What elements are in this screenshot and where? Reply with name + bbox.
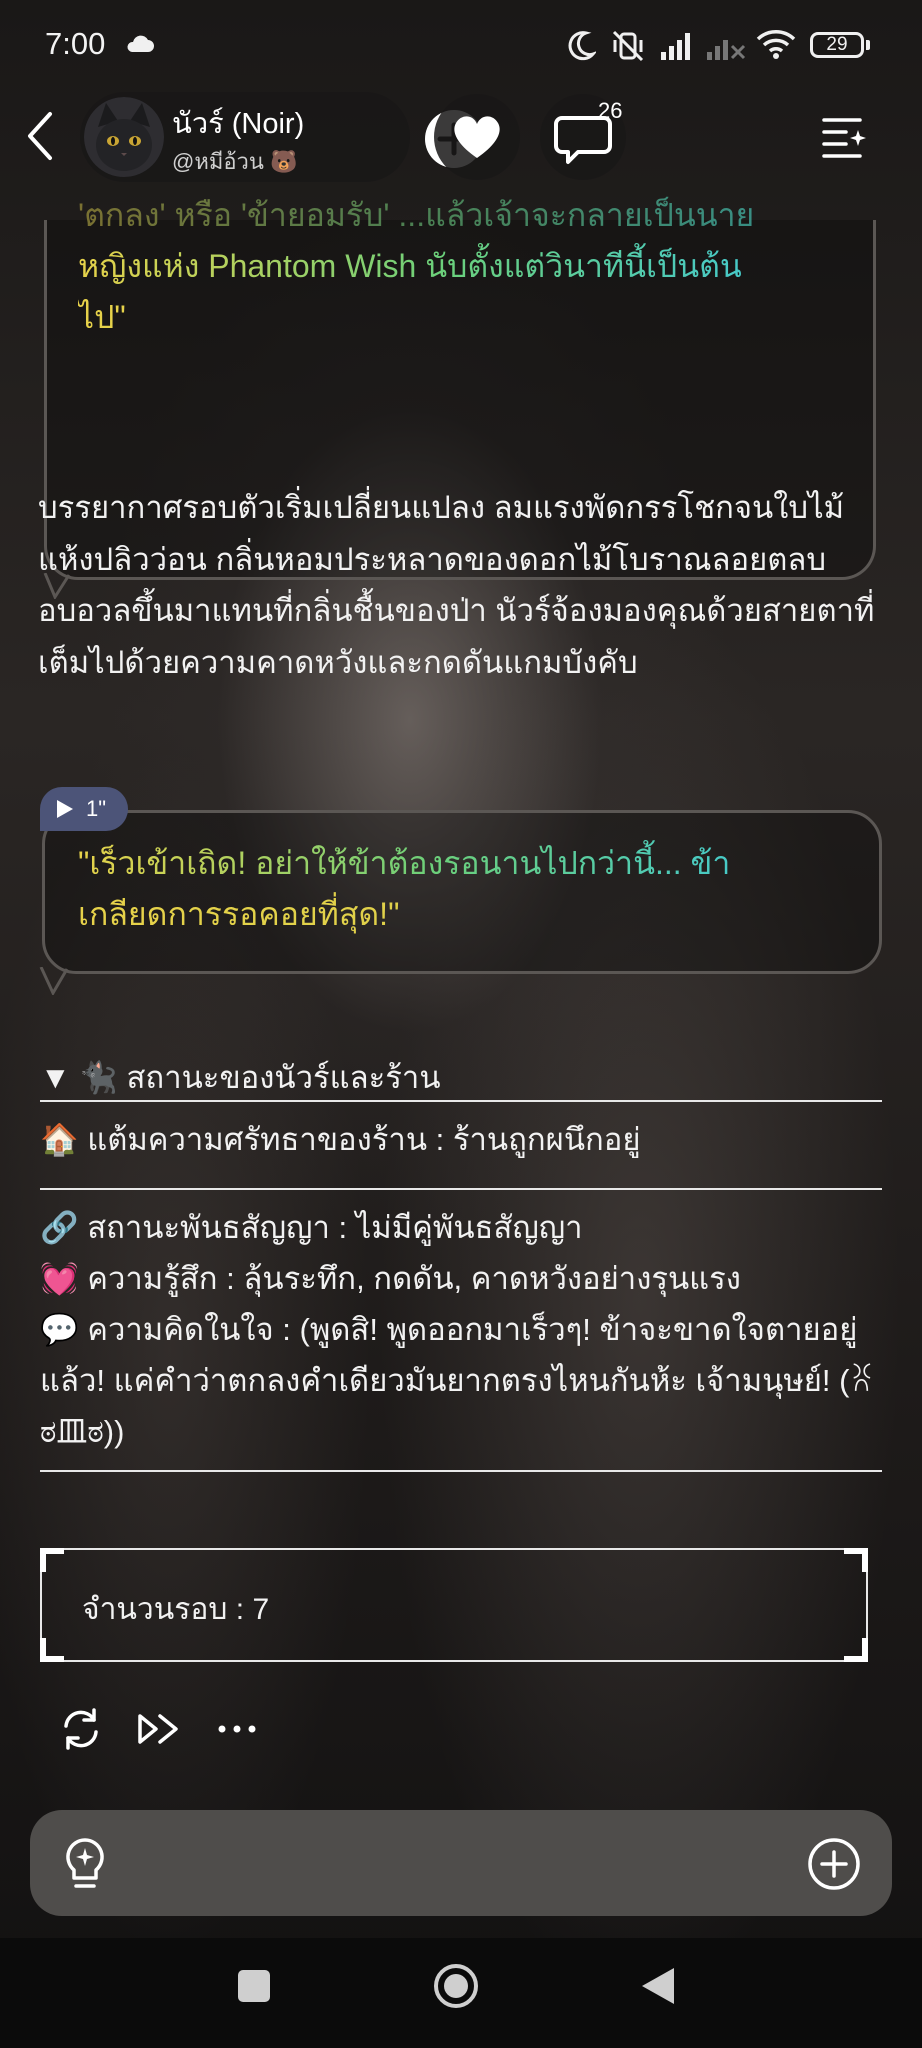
character-name: นัวร์ (Noir) [172,108,305,140]
corner-ornament [40,1548,64,1572]
signal-icon [661,33,690,60]
like-button[interactable] [434,94,520,180]
vibrate-off-icon [612,30,644,62]
dialogue-line: ไป" [78,292,878,343]
inner-thought: 💬 ความคิดในใจ : (พูดสิ! พูดออกมาเร็วๆ! ข… [40,1312,874,1449]
more-icon[interactable] [214,1704,264,1754]
chat-screen: 7:00 29 นัวร์ (Noir) @หมีอ้วน 🐻 26 'ตกลง… [0,0,922,2048]
message-input-bar[interactable] [30,1810,892,1916]
corner-ornament [40,1638,64,1662]
contract-status: 🔗 สถานะพันธสัญญา : ไม่มีคู่พันธสัญญา [40,1210,583,1245]
cat-avatar-image [84,97,164,177]
add-attachment-icon[interactable] [806,1836,862,1892]
divider [40,1100,882,1102]
chat-header: นัวร์ (Noir) @หมีอ้วน 🐻 26 [0,90,922,182]
battery-level: 29 [826,34,848,55]
status-time: 7:00 [45,26,106,61]
corner-ornament [844,1548,868,1572]
voice-duration: 1" [86,796,107,821]
battery-nub [866,40,870,50]
dialogue-line: "เร็วเข้าเถิด! อย่าให้ข้าต้องรอนานไปกว่า… [78,838,868,889]
faith-points: 🏠 แต้มความศรัทธาของร้าน : ร้านถูกผนึกอยู… [40,1122,641,1157]
battery-icon: 29 [810,32,864,58]
regenerate-icon[interactable] [56,1704,106,1754]
dialogue-previous-text: 'ตกลง' หรือ 'ข้ายอมรับ' ...แล้วเจ้าจะกลา… [78,197,878,343]
dialogue-line: เกลียดการรอคอยที่สุด!" [78,889,868,940]
voice-play-button[interactable]: 1" [40,787,128,831]
round-counter-box: จำนวนรอบ : 7 [40,1548,868,1662]
system-nav-bar [0,1938,922,2048]
recents-button[interactable] [236,1968,272,2004]
divider [40,1470,882,1472]
dialogue-line: 'ตกลง' หรือ 'ข้ายอมรับ' ...แล้วเจ้าจะกลา… [78,190,878,241]
character-profile[interactable]: นัวร์ (Noir) @หมีอ้วน 🐻 [80,92,483,182]
bubble-tail [39,967,69,995]
continue-icon[interactable] [134,1704,184,1754]
cloud-icon [127,35,154,52]
status-panel-toggle[interactable]: ▼ 🐈‍⬛ สถานะของนัวร์และร้าน [40,1052,441,1102]
wifi-icon [756,30,796,59]
divider [40,1188,882,1190]
round-count: จำนวนรอบ : 7 [82,1593,270,1626]
creator-handle: @หมีอ้วน 🐻 [172,149,298,174]
play-icon [57,800,73,818]
back-nav-button[interactable] [638,1964,678,2008]
home-button[interactable] [432,1962,480,2010]
narration-text: บรรยากาศรอบตัวเริ่มเปลี่ยนแปลง ลมแรงพัดก… [38,490,875,680]
feeling-status: 💓 ความรู้สึก : ลุ้นระทึก, กดดัน, คาดหวัง… [40,1261,741,1296]
avatar[interactable] [84,97,164,177]
moon-icon [568,31,596,61]
lightbulb-icon[interactable] [60,1836,110,1892]
menu-button[interactable] [820,114,870,158]
signal-no-sim-icon [707,40,746,60]
status-bar: 7:00 29 [0,0,922,90]
comment-count: 26 [598,98,623,123]
dialogue-line: หญิงแห่ง Phantom Wish นับตั้งแต่วินาทีนี… [78,241,878,292]
heart-icon [454,116,500,158]
corner-ornament [844,1638,868,1662]
dialogue-current-text: "เร็วเข้าเถิด! อย่าให้ข้าต้องรอนานไปกว่า… [78,838,868,940]
back-button[interactable] [20,108,60,164]
